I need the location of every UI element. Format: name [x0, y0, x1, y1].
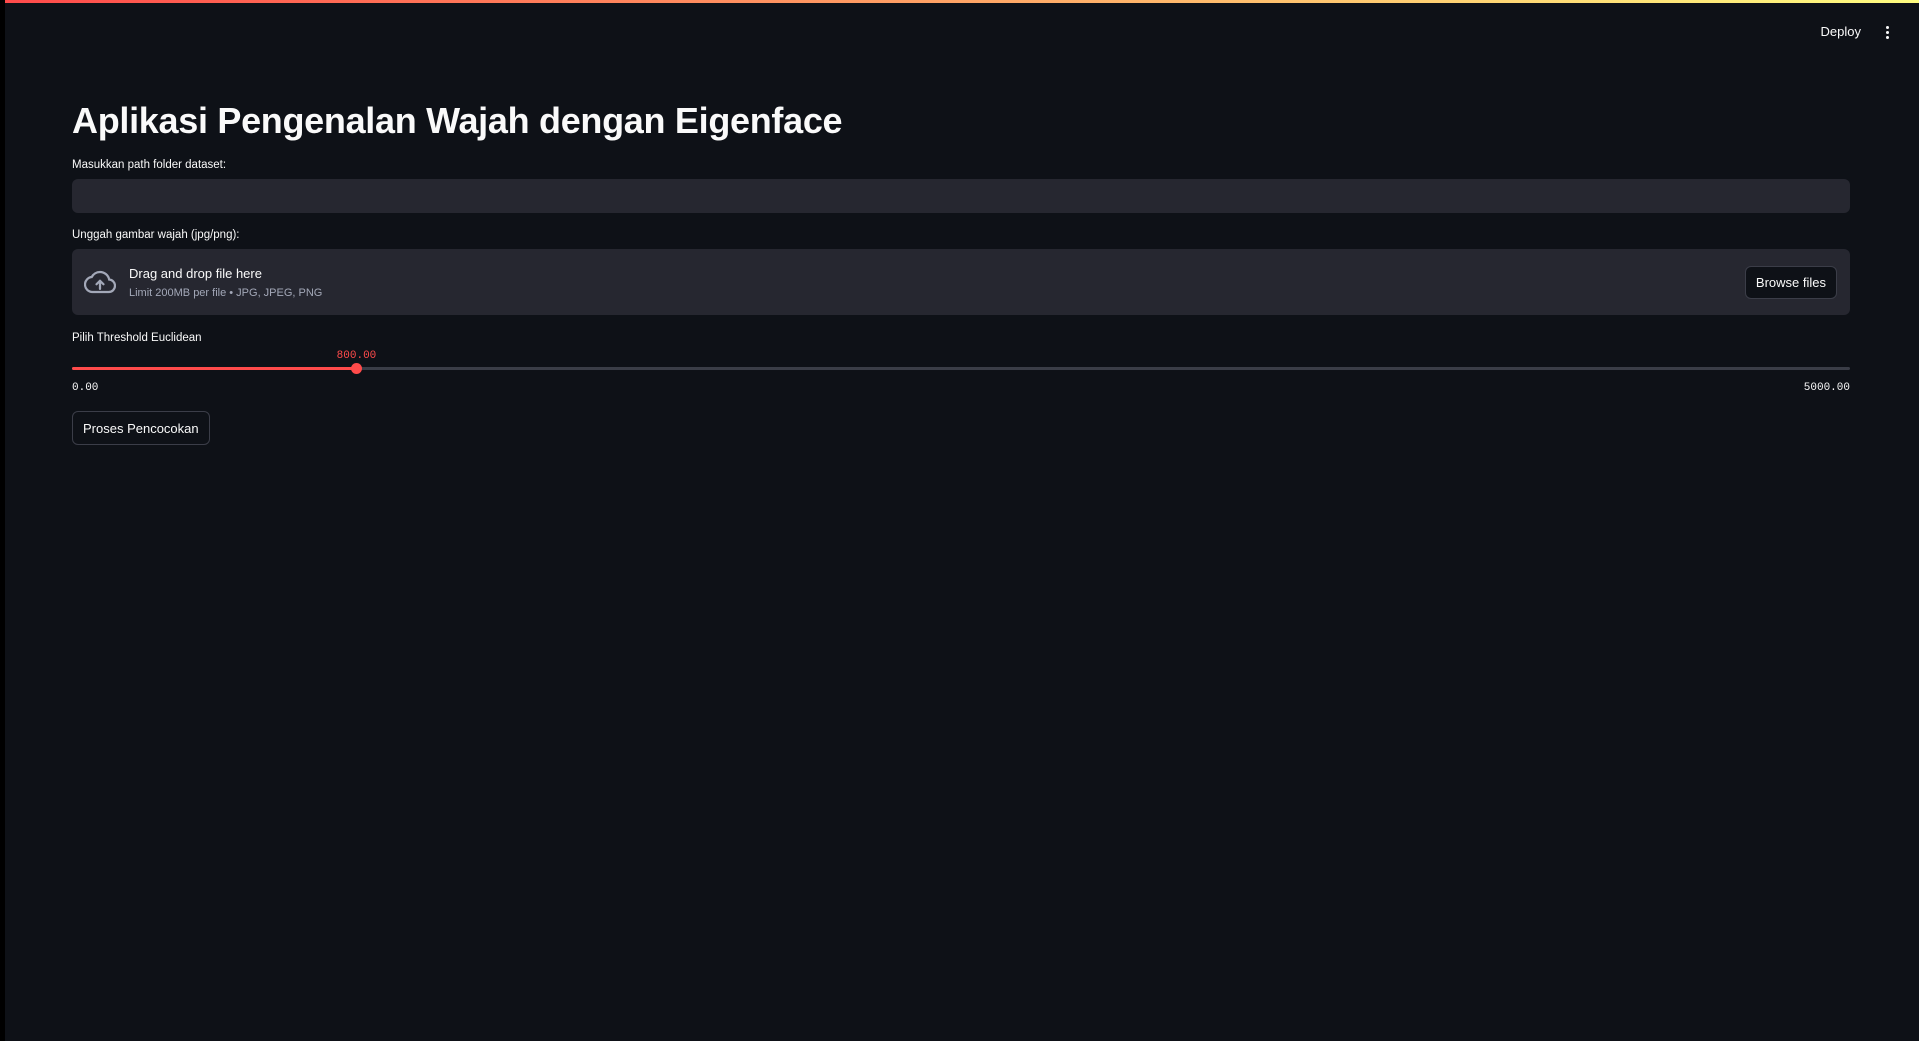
slider-track[interactable] — [72, 367, 1850, 370]
dropzone-limit-text: Limit 200MB per file • JPG, JPEG, PNG — [129, 287, 323, 299]
process-matching-button[interactable]: Proses Pencocokan — [72, 411, 210, 445]
deploy-button[interactable]: Deploy — [1815, 21, 1867, 43]
threshold-slider[interactable]: 800.00 0.00 5000.00 — [72, 349, 1850, 399]
dropzone-title: Drag and drop file here — [129, 266, 262, 281]
cloud-upload-icon — [84, 270, 116, 294]
dataset-path-label: Masukkan path folder dataset: — [72, 159, 227, 171]
upload-label: Unggah gambar wajah (jpg/png): — [72, 229, 240, 241]
slider-current-value: 800.00 — [336, 350, 377, 362]
browse-files-button[interactable]: Browse files — [1744, 266, 1837, 299]
app-header: Deploy — [5, 0, 1919, 60]
vertical-ellipsis-icon[interactable] — [1879, 21, 1895, 43]
slider-fill — [72, 367, 357, 370]
page-title: Aplikasi Pengenalan Wajah dengan Eigenfa… — [72, 100, 843, 141]
file-dropzone[interactable]: Drag and drop file here Limit 200MB per … — [72, 249, 1850, 315]
slider-thumb[interactable] — [350, 363, 362, 374]
dataset-path-input[interactable] — [72, 179, 1850, 213]
app-window: Deploy Aplikasi Pengenalan Wajah dengan … — [5, 0, 1919, 1041]
slider-max-label: 5000.00 — [1803, 382, 1850, 394]
threshold-slider-label: Pilih Threshold Euclidean — [72, 332, 202, 344]
slider-min-label: 0.00 — [72, 382, 99, 394]
